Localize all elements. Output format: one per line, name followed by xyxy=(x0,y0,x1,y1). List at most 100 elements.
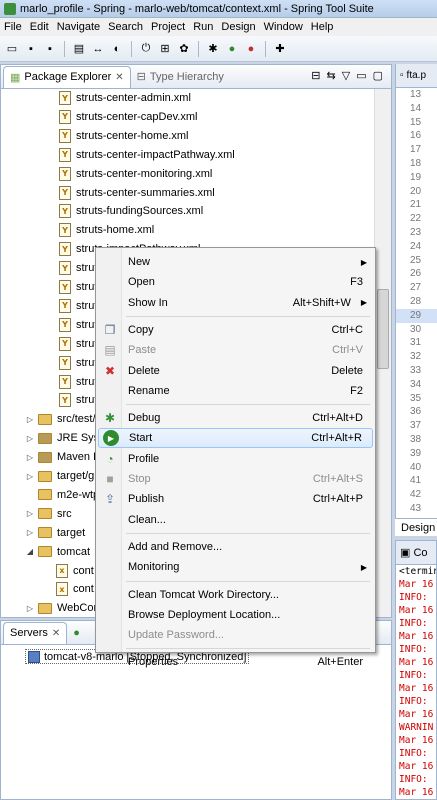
menu-item-add-and-remove[interactable]: Add and Remove... xyxy=(98,537,373,557)
expand-arrow-icon[interactable]: ▷ xyxy=(25,415,35,424)
tree-file-item[interactable]: Ystruts-center-summaries.xml xyxy=(59,185,215,201)
close-icon[interactable]: ✕ xyxy=(115,72,123,83)
menu-help[interactable]: Help xyxy=(307,21,338,33)
tree-item[interactable]: x cont xyxy=(43,581,94,597)
tree-file-item[interactable]: Ystrut xyxy=(59,279,97,295)
spring-icon[interactable]: ◐ xyxy=(109,41,125,57)
open-type-icon[interactable]: ⊞ xyxy=(157,41,173,57)
tree-file-item[interactable]: Ystrut xyxy=(59,317,97,333)
tab-other[interactable]: ● xyxy=(67,622,86,644)
tree-item-label: target/g xyxy=(57,470,95,482)
link-editor-icon[interactable]: ↔ xyxy=(90,41,106,57)
design-tab[interactable]: Design xyxy=(395,518,437,536)
link-with-editor-icon[interactable]: ⇆ xyxy=(327,69,336,82)
menu-search[interactable]: Search xyxy=(104,21,147,33)
menu-item-monitoring[interactable]: Monitoring ▶ xyxy=(98,557,373,577)
view-menu-icon[interactable]: ▽ xyxy=(342,69,350,82)
tree-scrollbar[interactable] xyxy=(374,89,391,617)
new-java-project-icon[interactable]: ✚ xyxy=(272,41,288,57)
tree-item[interactable]: ▷ target/g xyxy=(25,468,94,484)
menu-item-rename[interactable]: Rename F2 xyxy=(98,381,373,401)
tree-file-item[interactable]: Ystruts-center-monitoring.xml xyxy=(59,166,212,182)
tree-file-item[interactable]: Ystruts-center-home.xml xyxy=(59,128,188,144)
minimize-icon[interactable]: ▭ xyxy=(356,69,366,82)
expand-arrow-icon[interactable]: ▷ xyxy=(25,472,35,481)
line-number: 21 xyxy=(410,199,422,211)
menu-item-update-password[interactable]: Update Password... xyxy=(98,625,373,645)
menu-item-shortcut: Ctrl+Alt+P xyxy=(312,493,363,506)
expand-arrow-icon[interactable]: ▷ xyxy=(25,604,35,613)
external-tools-icon[interactable]: ● xyxy=(243,41,259,57)
tree-file-item[interactable]: Ystrut xyxy=(59,355,97,371)
scrollbar-thumb[interactable] xyxy=(377,289,389,369)
tree-item[interactable]: ▷ src xyxy=(25,506,72,522)
tree-item[interactable]: ◢ tomcat xyxy=(25,544,90,560)
expand-arrow-icon[interactable]: ▷ xyxy=(25,509,35,518)
editor-tab[interactable]: ▫ fta.p xyxy=(396,64,437,88)
new-icon[interactable]: ▭ xyxy=(4,41,20,57)
menu-item-paste[interactable]: ▤ Paste Ctrl+V xyxy=(98,340,373,360)
expand-arrow-icon[interactable]: ▷ xyxy=(25,453,35,462)
power-icon[interactable]: ⏻ xyxy=(138,41,154,57)
start-icon: ▶ xyxy=(103,430,119,447)
tree-item[interactable]: ▷ src/test/ xyxy=(25,411,96,427)
tree-file-item[interactable]: Ystruts-center-impactPathway.xml xyxy=(59,147,235,163)
run-toolbar-icon[interactable]: ● xyxy=(224,41,240,57)
menu-item-publish[interactable]: ⇪ Publish Ctrl+Alt+P xyxy=(98,489,373,509)
save-icon[interactable]: ▪ xyxy=(23,41,39,57)
line-number: 15 xyxy=(410,116,422,128)
save-all-icon[interactable]: ▪ xyxy=(42,41,58,57)
folder-icon xyxy=(38,508,52,520)
tree-file-item[interactable]: Ystruts-center-admin.xml xyxy=(59,90,191,106)
close-icon[interactable]: ✕ xyxy=(52,628,60,639)
menu-item-debug[interactable]: ✱ Debug Ctrl+Alt+D xyxy=(98,408,373,428)
tree-file-item[interactable]: Ystrut xyxy=(59,392,97,408)
menu-window[interactable]: Window xyxy=(260,21,307,33)
server-icon xyxy=(28,650,40,663)
xml-file-icon: Y xyxy=(59,317,71,332)
tomcat-icon[interactable]: ✿ xyxy=(176,41,192,57)
menu-file[interactable]: File xyxy=(0,21,26,33)
console-tab[interactable]: ▣ Co xyxy=(396,541,436,565)
maximize-icon[interactable]: ▢ xyxy=(373,69,383,82)
expand-arrow-icon[interactable]: ▷ xyxy=(25,434,35,443)
menu-run[interactable]: Run xyxy=(189,21,217,33)
tree-item[interactable]: ▷ Maven D xyxy=(25,449,101,465)
debug-toolbar-icon[interactable]: ✱ xyxy=(205,41,221,57)
menu-item-show-in[interactable]: Show In Alt+Shift+W ▶ xyxy=(98,293,373,313)
tab-package-explorer[interactable]: ▦ Package Explorer ✕ xyxy=(3,65,131,88)
menu-item-new[interactable]: New ▶ xyxy=(98,252,373,272)
tree-file-item[interactable]: Ystrut xyxy=(59,374,97,390)
menu-item-browse-deployment-location[interactable]: Browse Deployment Location... xyxy=(98,605,373,625)
tree-file-item[interactable]: Ystrut xyxy=(59,336,97,352)
tree-file-item[interactable]: Ystrut xyxy=(59,298,97,314)
collapse-all-icon[interactable]: ⊟ xyxy=(311,69,320,82)
menu-item-open[interactable]: Open F3 xyxy=(98,272,373,292)
xml-file-icon: Y xyxy=(59,91,71,105)
menu-project[interactable]: Project xyxy=(147,21,189,33)
menu-edit[interactable]: Edit xyxy=(26,21,53,33)
tab-servers[interactable]: Servers ✕ xyxy=(3,621,68,644)
menu-navigate[interactable]: Navigate xyxy=(53,21,104,33)
menu-item-clean[interactable]: Clean... xyxy=(98,510,373,530)
menu-item-stop[interactable]: ■ Stop Ctrl+Alt+S xyxy=(98,469,373,489)
debug-icon: ✱ xyxy=(104,411,116,426)
tree-file-item[interactable]: Ystruts-fundingSources.xml xyxy=(59,203,203,219)
menu-item-clean-tomcat-work-directory[interactable]: Clean Tomcat Work Directory... xyxy=(98,585,373,605)
expand-arrow-icon[interactable]: ◢ xyxy=(25,547,35,556)
tab-type-hierarchy[interactable]: ⊟ Type Hierarchy xyxy=(131,66,230,88)
menu-item-profile[interactable]: ◔ Profile xyxy=(98,449,373,469)
menu-item-start[interactable]: ▶ Start Ctrl+Alt+R xyxy=(98,428,373,449)
toggle-breadcrumb-icon[interactable]: ▤ xyxy=(71,41,87,57)
menu-item-copy[interactable]: ❐ Copy Ctrl+C xyxy=(98,320,373,340)
tree-item[interactable]: x cont xyxy=(43,563,94,579)
tree-item[interactable]: m2e-wtp xyxy=(25,487,99,503)
menu-item-delete[interactable]: ✖ Delete Delete xyxy=(98,361,373,381)
tree-item[interactable]: ▷ target xyxy=(25,525,85,541)
menu-item-properties[interactable]: Properties Alt+Enter xyxy=(98,652,373,672)
expand-arrow-icon[interactable]: ▷ xyxy=(25,528,35,537)
tree-file-item[interactable]: Ystruts-center-capDev.xml xyxy=(59,109,197,125)
tree-item[interactable]: ▷ WebCon xyxy=(25,600,100,616)
menu-design[interactable]: Design xyxy=(217,21,259,33)
tree-file-item[interactable]: Ystruts-home.xml xyxy=(59,222,154,238)
